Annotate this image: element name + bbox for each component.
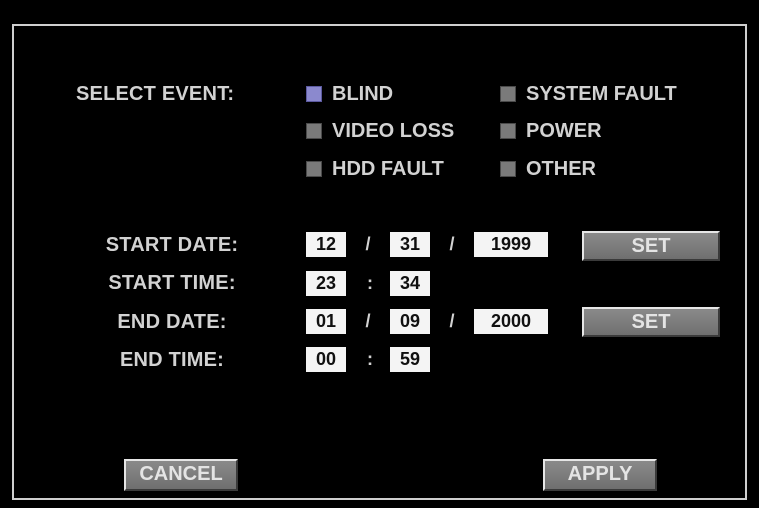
- end-time-hour-field[interactable]: 00: [306, 347, 346, 372]
- cancel-button[interactable]: CANCEL: [124, 459, 238, 491]
- end-date-separator-2: /: [449, 311, 455, 331]
- hdd-fault-label: HDD FAULT: [332, 157, 444, 180]
- start-date-separator-1: /: [365, 234, 371, 254]
- blind-checkbox[interactable]: [306, 86, 322, 102]
- end-date-separator-1: /: [365, 311, 371, 331]
- event-option-power[interactable]: POWER: [500, 119, 602, 143]
- start-date-separator-2: /: [449, 234, 455, 254]
- end-time-minute-field[interactable]: 59: [390, 347, 430, 372]
- event-option-system-fault[interactable]: SYSTEM FAULT: [500, 82, 677, 106]
- hdd-fault-checkbox[interactable]: [306, 161, 322, 177]
- end-time-label: END TIME:: [119, 349, 225, 371]
- end-date-month-field[interactable]: 01: [306, 309, 346, 334]
- power-label: POWER: [526, 119, 602, 142]
- system-fault-checkbox[interactable]: [500, 86, 516, 102]
- event-option-video-loss[interactable]: VIDEO LOSS: [306, 119, 454, 143]
- start-time-hour-field[interactable]: 23: [306, 271, 346, 296]
- other-label: OTHER: [526, 157, 596, 180]
- event-option-blind[interactable]: BLIND: [306, 82, 393, 106]
- apply-button[interactable]: APPLY: [543, 459, 657, 491]
- start-date-month-field[interactable]: 12: [306, 232, 346, 257]
- video-loss-label: VIDEO LOSS: [332, 119, 455, 142]
- blind-label: BLIND: [332, 82, 394, 105]
- start-time-minute-field[interactable]: 34: [390, 271, 430, 296]
- system-fault-label: SYSTEM FAULT: [526, 82, 677, 105]
- start-date-label: START DATE:: [105, 234, 239, 256]
- end-time-separator: :: [367, 349, 373, 369]
- other-checkbox[interactable]: [500, 161, 516, 177]
- start-time-label: START TIME:: [108, 272, 236, 294]
- start-date-year-field[interactable]: 1999: [474, 232, 548, 257]
- start-time-separator: :: [367, 273, 373, 293]
- event-option-hdd-fault[interactable]: HDD FAULT: [306, 157, 444, 181]
- end-date-day-field[interactable]: 09: [390, 309, 430, 334]
- set-end-date-button[interactable]: SET: [582, 307, 720, 337]
- start-date-day-field[interactable]: 31: [390, 232, 430, 257]
- select-event-label: SELECT EVENT:: [76, 83, 235, 105]
- set-start-date-button[interactable]: SET: [582, 231, 720, 261]
- power-checkbox[interactable]: [500, 123, 516, 139]
- event-option-other[interactable]: OTHER: [500, 157, 596, 181]
- video-loss-checkbox[interactable]: [306, 123, 322, 139]
- end-date-year-field[interactable]: 2000: [474, 309, 548, 334]
- end-date-label: END DATE:: [117, 311, 227, 333]
